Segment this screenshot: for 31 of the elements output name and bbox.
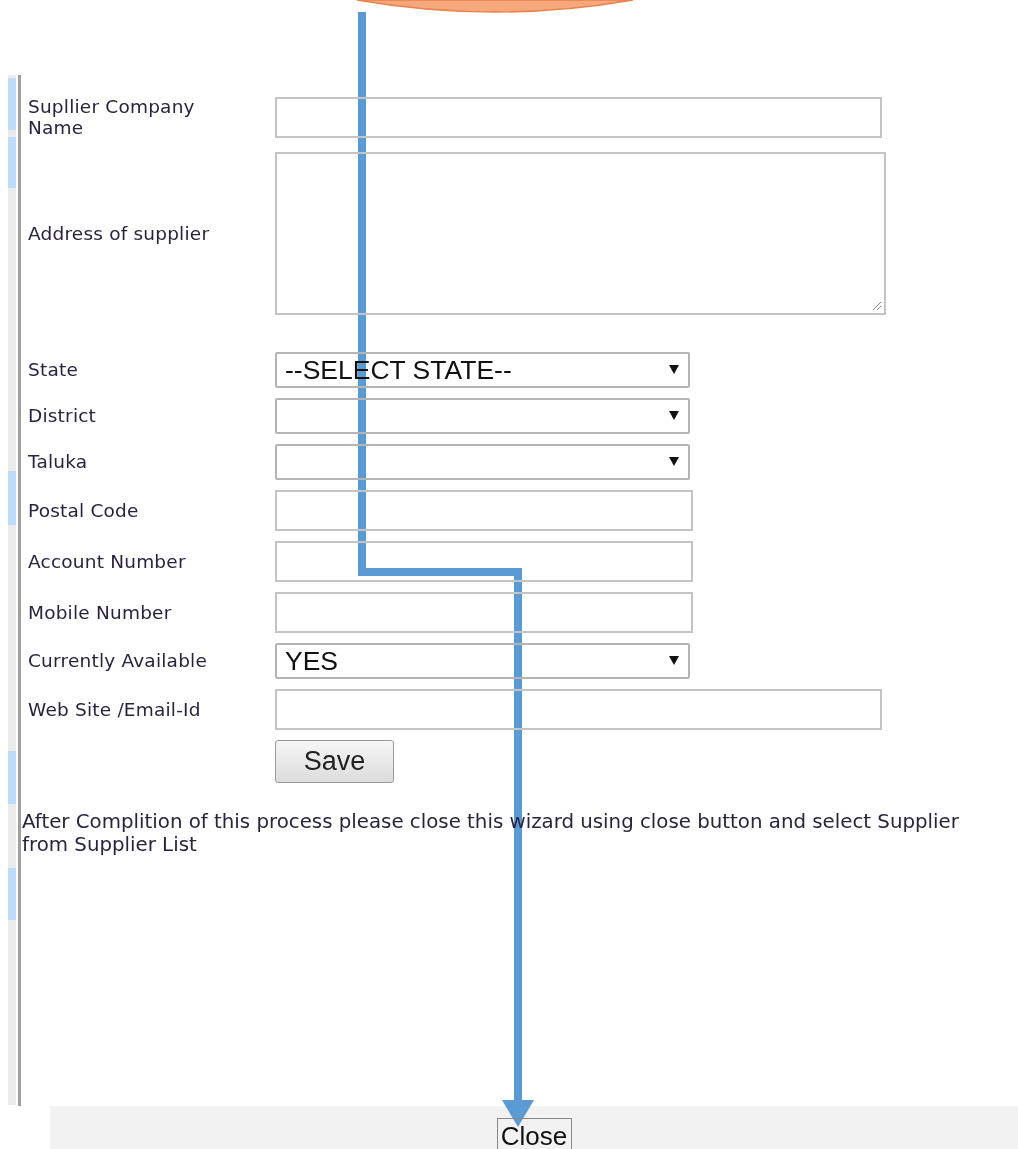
dropdown[interactable] xyxy=(275,444,690,480)
text-area[interactable] xyxy=(275,152,886,315)
input-field[interactable] xyxy=(275,541,693,582)
input-field[interactable] xyxy=(275,490,693,531)
save-button[interactable]: Save xyxy=(275,740,394,783)
strip-segment xyxy=(8,751,16,804)
field-label: District xyxy=(28,404,98,428)
resize-grip-icon[interactable] xyxy=(870,299,882,311)
field-label: Address of supplier xyxy=(28,221,211,246)
field-label: State xyxy=(28,358,79,382)
field-label: Account Number xyxy=(28,549,187,574)
caret-icon xyxy=(668,363,680,375)
field-label: Web Site /Email-Id xyxy=(28,697,202,722)
strip-segment xyxy=(8,471,16,525)
field-label: Taluka xyxy=(28,450,89,474)
caret-icon xyxy=(668,455,680,467)
input-field[interactable] xyxy=(275,689,882,730)
input-field[interactable] xyxy=(275,592,693,633)
field-label: Currently Available xyxy=(28,649,208,673)
strip-segment xyxy=(8,78,16,130)
caret-icon xyxy=(668,409,680,421)
strip-segment xyxy=(8,137,16,188)
caret-icon xyxy=(668,654,680,666)
strip-segment xyxy=(8,868,16,920)
field-label: Supllier Company Name xyxy=(28,96,196,138)
dropdown[interactable] xyxy=(275,398,690,434)
dropdown[interactable]: YES xyxy=(275,643,690,679)
close-button[interactable]: Close xyxy=(496,1118,572,1149)
input-field[interactable] xyxy=(275,96,882,138)
field-label: Mobile Number xyxy=(28,600,173,625)
field-label: Postal Code xyxy=(28,498,140,523)
